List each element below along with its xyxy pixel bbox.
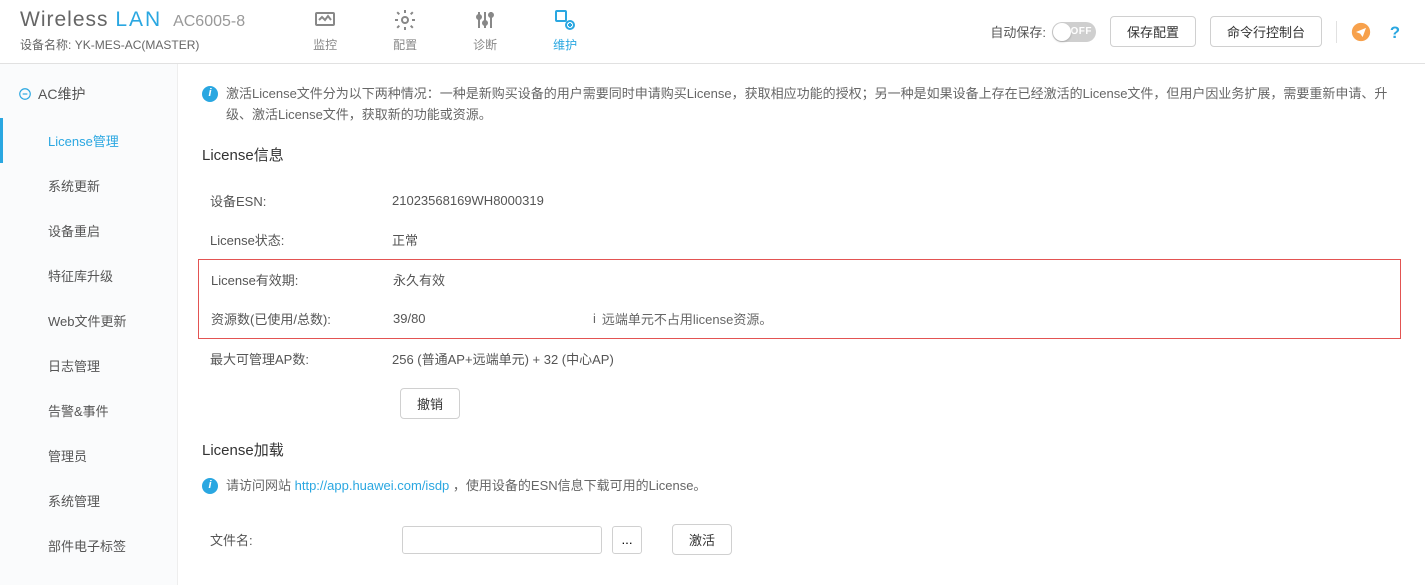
- help-icon[interactable]: ?: [1385, 22, 1405, 42]
- license-status-value: 正常: [392, 230, 592, 249]
- resource-note-text: 远端单元不占用license资源。: [602, 309, 772, 328]
- sidebar-item-web-file-update[interactable]: Web文件更新: [0, 298, 177, 343]
- main-panel: i 激活License文件分为以下两种情况：一种是新购买设备的用户需要同时申请购…: [178, 64, 1425, 585]
- nav-diagnose-label: 诊断: [473, 36, 497, 53]
- load-banner-text: 请访问网站 http://app.huawei.com/isdp ，使用设备的E…: [226, 476, 706, 497]
- maintain-icon: [553, 8, 577, 32]
- brand: Wireless LAN AC6005-8 设备名称: YK-MES-AC(MA…: [20, 8, 245, 53]
- content: AC维护 License管理 系统更新 设备重启 特征库升级 Web文件更新 日…: [0, 64, 1425, 585]
- brand-title: Wireless LAN AC6005-8: [20, 8, 245, 32]
- autosave-toggle[interactable]: OFF: [1052, 22, 1096, 42]
- svg-text:?: ?: [1390, 22, 1400, 41]
- collapse-icon: [18, 87, 32, 101]
- monitor-icon: [313, 8, 337, 32]
- load-banner-prefix: 请访问网站: [226, 478, 295, 493]
- telegram-icon[interactable]: [1351, 22, 1371, 42]
- sidebar-section-ac-maintain[interactable]: AC维护: [0, 84, 177, 118]
- revoke-row: 撤销: [202, 378, 1401, 429]
- toggle-knob: [1053, 23, 1071, 41]
- sidebar: AC维护 License管理 系统更新 设备重启 特征库升级 Web文件更新 日…: [0, 64, 178, 585]
- nav-config[interactable]: 配置: [365, 8, 445, 53]
- brand-wireless: Wireless: [20, 8, 109, 31]
- row-license-status: License状态: 正常: [202, 220, 1401, 259]
- gear-icon: [393, 8, 417, 32]
- row-max-ap: 最大可管理AP数: 256 (普通AP+远端单元) + 32 (中心AP): [202, 339, 1401, 378]
- save-config-button[interactable]: 保存配置: [1110, 16, 1196, 47]
- sidebar-item-device-reboot[interactable]: 设备重启: [0, 208, 177, 253]
- license-expire-value: 永久有效: [393, 270, 593, 289]
- brand-model: AC6005-8: [173, 13, 245, 30]
- nav-monitor-label: 监控: [313, 36, 337, 53]
- nav-maintain-label: 维护: [553, 36, 577, 53]
- info-icon: i: [202, 86, 218, 102]
- sidebar-list: License管理 系统更新 设备重启 特征库升级 Web文件更新 日志管理 告…: [0, 118, 177, 568]
- browse-button[interactable]: ...: [612, 526, 642, 554]
- brand-lan: LAN: [115, 8, 162, 31]
- autosave-label: 自动保存:: [990, 22, 1046, 41]
- nav-config-label: 配置: [393, 36, 417, 53]
- license-info-title: License信息: [202, 144, 1401, 165]
- revoke-button[interactable]: 撤销: [400, 388, 460, 419]
- file-label: 文件名:: [202, 530, 392, 549]
- license-banner-text: 激活License文件分为以下两种情况：一种是新购买设备的用户需要同时申请购买L…: [226, 84, 1401, 126]
- resource-count-value: 39/80: [393, 311, 593, 326]
- info-icon: i: [202, 478, 218, 494]
- header-right: 自动保存: OFF 保存配置 命令行控制台 ?: [990, 8, 1405, 47]
- nav-diagnose[interactable]: 诊断: [445, 8, 525, 53]
- device-name-label: 设备名称:: [20, 38, 71, 52]
- esn-label: 设备ESN:: [202, 191, 392, 210]
- esn-value: 21023568169WH8000319: [392, 193, 592, 208]
- toggle-off-text: OFF: [1070, 26, 1092, 37]
- sidebar-item-log-management[interactable]: 日志管理: [0, 343, 177, 388]
- row-esn: 设备ESN: 21023568169WH8000319: [202, 181, 1401, 220]
- sidebar-item-system-management[interactable]: 系统管理: [0, 478, 177, 523]
- sliders-icon: [473, 8, 497, 32]
- load-banner: i 请访问网站 http://app.huawei.com/isdp ，使用设备…: [202, 476, 1401, 497]
- sidebar-item-administrator[interactable]: 管理员: [0, 433, 177, 478]
- load-banner-suffix: ，使用设备的ESN信息下载可用的License。: [449, 478, 706, 493]
- info-icon: i: [593, 311, 596, 326]
- license-status-label: License状态:: [202, 230, 392, 249]
- license-expire-label: License有效期:: [203, 270, 393, 289]
- nav-maintain[interactable]: 维护: [525, 8, 605, 53]
- sidebar-item-signature-upgrade[interactable]: 特征库升级: [0, 253, 177, 298]
- nav-monitor[interactable]: 监控: [285, 8, 365, 53]
- resource-note: i 远端单元不占用license资源。: [593, 309, 772, 328]
- license-banner: i 激活License文件分为以下两种情况：一种是新购买设备的用户需要同时申请购…: [202, 84, 1401, 126]
- cli-console-button[interactable]: 命令行控制台: [1210, 16, 1322, 47]
- file-name-input[interactable]: [402, 526, 602, 554]
- device-name-row: 设备名称: YK-MES-AC(MASTER): [20, 36, 245, 53]
- top-nav: 监控 配置 诊断 维护: [285, 8, 605, 53]
- header: Wireless LAN AC6005-8 设备名称: YK-MES-AC(MA…: [0, 0, 1425, 64]
- file-row: 文件名: ... 激活: [202, 514, 1401, 565]
- row-resource-count: 资源数(已使用/总数): 39/80 i 远端单元不占用license资源。: [203, 299, 1396, 338]
- resource-count-label: 资源数(已使用/总数):: [203, 309, 393, 328]
- row-license-expire: License有效期: 永久有效: [203, 260, 1396, 299]
- autosave-control: 自动保存: OFF: [990, 22, 1096, 42]
- license-load-title: License加载: [202, 439, 1401, 460]
- highlight-box: License有效期: 永久有效 资源数(已使用/总数): 39/80 i 远端…: [198, 259, 1401, 339]
- sidebar-item-license[interactable]: License管理: [0, 118, 177, 163]
- sidebar-item-device-label[interactable]: 部件电子标签: [0, 523, 177, 568]
- max-ap-label: 最大可管理AP数:: [202, 349, 392, 368]
- sidebar-section-label: AC维护: [38, 84, 85, 104]
- header-separator: [1336, 21, 1337, 43]
- sidebar-item-alarm-event[interactable]: 告警&事件: [0, 388, 177, 433]
- isdp-link[interactable]: http://app.huawei.com/isdp: [295, 478, 450, 493]
- device-name-value: YK-MES-AC(MASTER): [75, 38, 200, 52]
- sidebar-item-system-update[interactable]: 系统更新: [0, 163, 177, 208]
- max-ap-value: 256 (普通AP+远端单元) + 32 (中心AP): [392, 349, 614, 368]
- activate-button[interactable]: 激活: [672, 524, 732, 555]
